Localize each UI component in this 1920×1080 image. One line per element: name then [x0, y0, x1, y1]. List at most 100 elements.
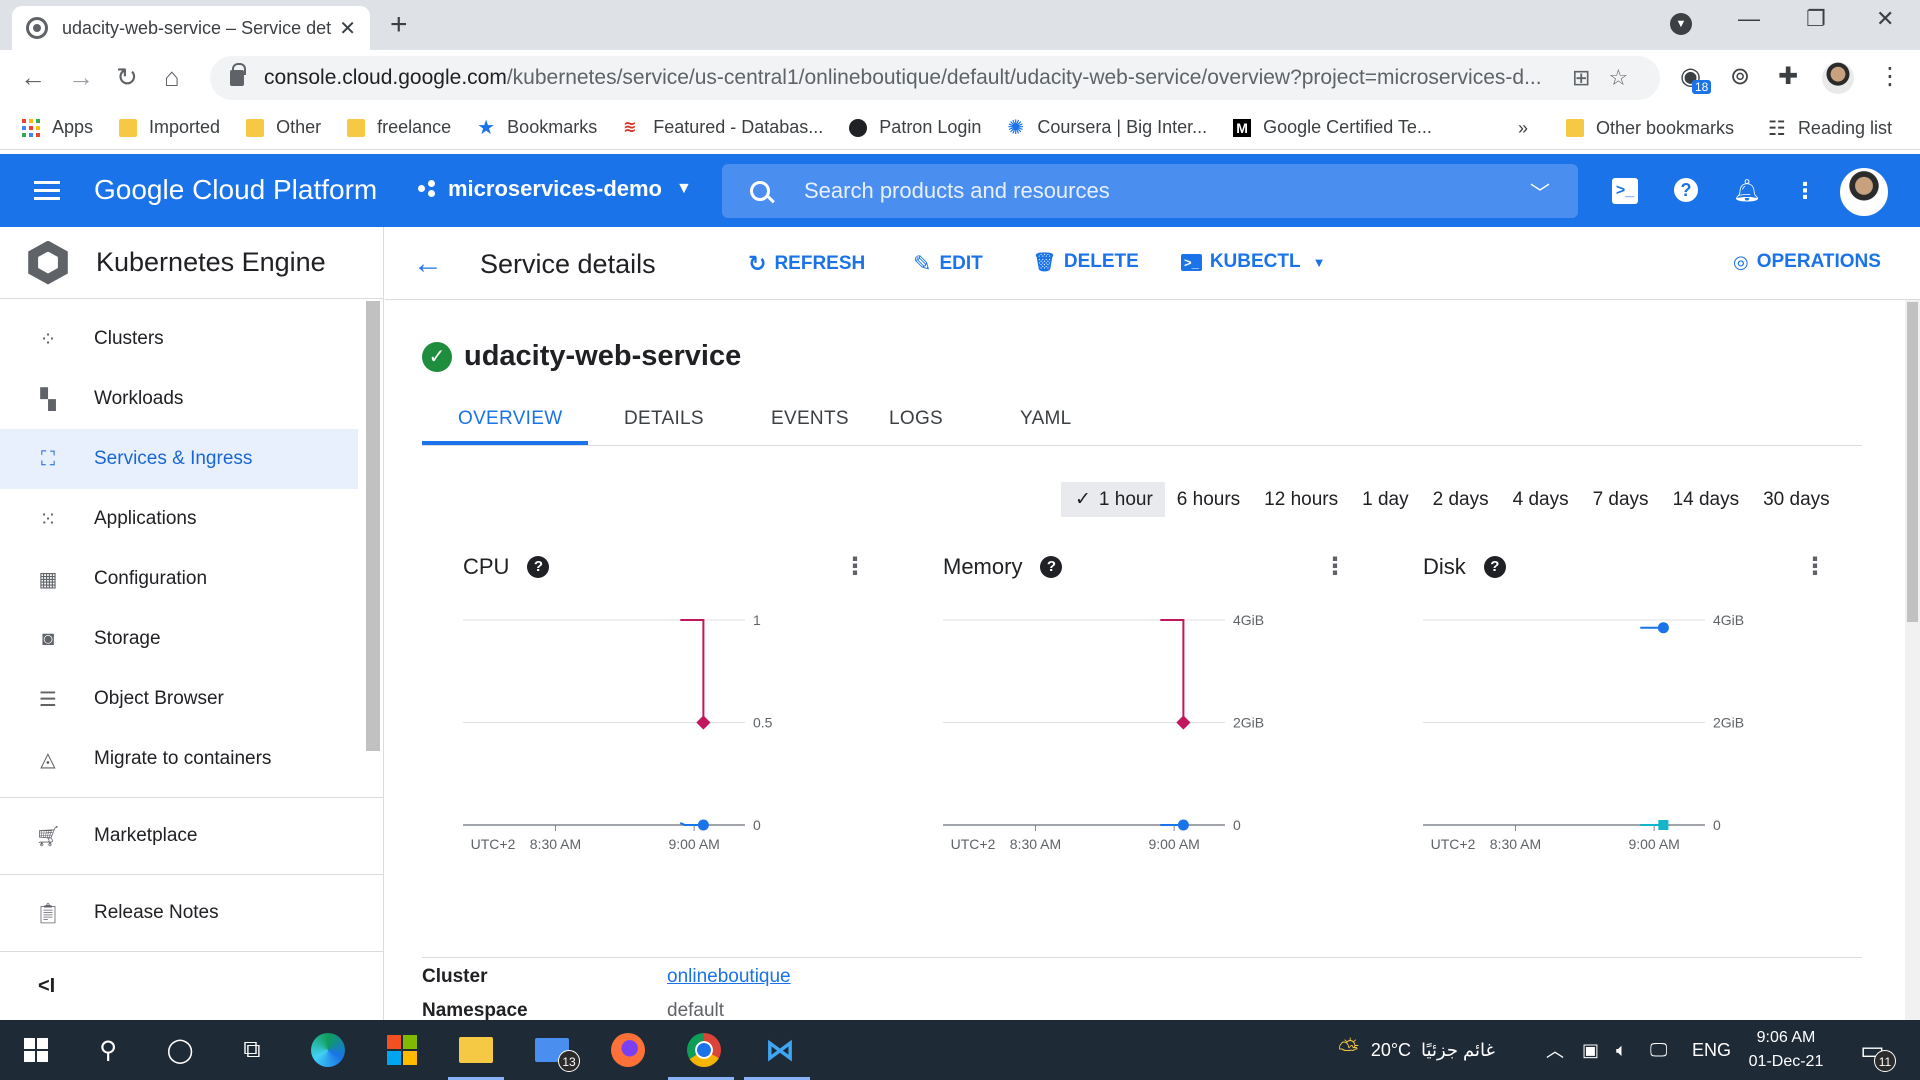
bookmark-coursera[interactable]: ✺ Coursera | Big Inter... [1007, 117, 1207, 138]
bookmark-other[interactable]: Other [246, 117, 321, 138]
bookmark-bookmarks[interactable]: ★ Bookmarks [477, 117, 597, 138]
project-selector[interactable]: microservices-demo ▼ [418, 176, 692, 202]
sidebar-item-migrate[interactable]: ◬ Migrate to containers [0, 729, 358, 789]
operations-button[interactable]: ◎ OPERATIONS [1733, 251, 1881, 273]
sidebar-item-storage[interactable]: ◙ Storage [0, 609, 358, 669]
tray-device-icon[interactable]: ▣ [1582, 1020, 1599, 1080]
tab-logs[interactable]: LOGS [889, 408, 943, 430]
more-vert-icon[interactable]: ⋮ [1792, 178, 1818, 204]
folder-icon [1566, 119, 1584, 137]
forward-icon[interactable]: → [68, 62, 94, 93]
other-bookmarks[interactable]: Other bookmarks [1566, 106, 1734, 150]
help-icon[interactable]: ? [1674, 178, 1698, 202]
menu-icon[interactable] [34, 181, 60, 201]
firefox-icon[interactable] [608, 1030, 648, 1070]
bookmark-google-certified[interactable]: M Google Certified Te... [1233, 117, 1432, 138]
language-indicator[interactable]: ENG [1692, 1020, 1731, 1080]
home-icon[interactable]: ⌂ [164, 62, 180, 93]
network-icon[interactable]: 🖵︎ [1650, 1020, 1667, 1080]
reading-list-icon: ☷ [1768, 117, 1786, 140]
sidebar-item-release-notes[interactable]: 📋︎ Release Notes [0, 883, 358, 943]
search-expand-icon[interactable]: ﹀ [1530, 177, 1550, 206]
cluster-link[interactable]: onlineboutique [667, 966, 791, 988]
edge-icon[interactable] [308, 1030, 348, 1070]
task-view-icon[interactable]: ⧉ [232, 1030, 272, 1070]
bookmark-patron-login[interactable]: Patron Login [849, 117, 981, 138]
clock-time: 9:06 AM [1756, 1029, 1816, 1046]
sidebar-item-object-browser[interactable]: ☰ Object Browser [0, 669, 358, 729]
bookmark-apps[interactable]: Apps [22, 117, 93, 138]
kubectl-button[interactable]: >_ KUBECTL ▼ [1181, 251, 1325, 273]
sidebar-item-workloads[interactable]: ▚ Workloads [0, 369, 358, 429]
bookmark-freelance[interactable]: freelance [347, 117, 451, 138]
tab-overview[interactable]: OVERVIEW [458, 408, 562, 430]
search-icon[interactable]: ⚲ [88, 1030, 128, 1070]
back-icon[interactable]: ← [20, 62, 46, 93]
back-arrow-icon[interactable]: ← [413, 247, 443, 281]
lock-icon[interactable] [230, 63, 246, 86]
url-text[interactable]: console.cloud.google.com/kubernetes/serv… [264, 66, 1554, 90]
sidebar-item-applications[interactable]: ⁙ Applications [0, 489, 358, 549]
search-placeholder[interactable]: Search products and resources [804, 178, 1530, 204]
sidebar-scrollbar[interactable] [366, 301, 380, 751]
search-bar[interactable]: Search products and resources ﹀ [722, 164, 1578, 218]
search-icon [750, 181, 770, 201]
minimize-icon[interactable]: — [1738, 6, 1760, 32]
range-6-hours[interactable]: 6 hours [1165, 483, 1252, 517]
delete-button[interactable]: 🗑︎ DELETE [1033, 251, 1139, 273]
windows-start-icon[interactable] [16, 1030, 56, 1070]
sidebar-item-clusters[interactable]: ⁘ Clusters [0, 309, 358, 369]
range-7-days[interactable]: 7 days [1581, 483, 1661, 517]
range-1-day[interactable]: 1 day [1350, 483, 1420, 517]
scrollbar-thumb[interactable] [1907, 302, 1918, 622]
chrome-icon[interactable] [684, 1030, 724, 1070]
bookmark-imported[interactable]: Imported [119, 117, 220, 138]
volume-icon[interactable]: 🔈︎ [1616, 1020, 1627, 1080]
content-scrollbar[interactable] [1905, 300, 1920, 1020]
vscode-icon[interactable]: ⋈ [760, 1030, 800, 1070]
browser-menu-icon[interactable]: ⋮ [1878, 62, 1902, 91]
edit-button[interactable]: ✎ EDIT [913, 251, 983, 277]
tab-events[interactable]: EVENTS [771, 408, 849, 430]
close-window-icon[interactable]: ✕ [1876, 6, 1894, 32]
gcp-title[interactable]: Google Cloud Platform [94, 174, 377, 206]
sidebar-item-marketplace[interactable]: 🛒︎ Marketplace [0, 806, 358, 866]
reading-list[interactable]: ☷ Reading list [1768, 106, 1892, 150]
collapse-sidebar-button[interactable]: <I [38, 975, 55, 998]
reload-icon[interactable]: ↻ [116, 62, 138, 93]
bookmark-star-icon[interactable]: ☆ [1608, 65, 1628, 91]
weather-widget[interactable]: ⛅︎ 20°C غائم جزئيًا [1338, 1020, 1495, 1080]
tab-close-icon[interactable]: ✕ [339, 16, 356, 41]
tray-chevron-icon[interactable]: ︿ [1546, 1020, 1564, 1080]
file-explorer-icon[interactable] [456, 1030, 496, 1070]
range-2-days[interactable]: 2 days [1421, 483, 1501, 517]
sidebar-item-configuration[interactable]: ▦ Configuration [0, 549, 358, 609]
translate-icon[interactable]: ⊞ [1572, 65, 1590, 91]
extension-badge: 18 [1692, 80, 1712, 94]
sidebar-item-services-ingress[interactable]: ⛶ Services & Ingress [0, 429, 358, 489]
range-12-hours[interactable]: 12 hours [1252, 483, 1350, 517]
range-1-hour[interactable]: ✓ 1 hour [1061, 482, 1165, 517]
range-30-days[interactable]: 30 days [1751, 483, 1842, 517]
address-bar[interactable]: console.cloud.google.com/kubernetes/serv… [210, 56, 1660, 100]
tab-search-icon[interactable]: ▼ [1670, 13, 1692, 35]
restore-icon[interactable]: ❐ [1806, 6, 1826, 32]
tab-details[interactable]: DETAILS [624, 408, 704, 430]
extension-sync-icon[interactable]: ⊚ [1730, 62, 1750, 91]
store-icon[interactable] [382, 1030, 422, 1070]
cloud-shell-icon[interactable]: >_ [1612, 178, 1638, 204]
notifications-bell-icon[interactable]: 🔔︎ [1733, 178, 1761, 204]
account-avatar[interactable] [1840, 168, 1888, 216]
bookmarks-overflow-button[interactable]: » [1518, 106, 1528, 150]
browser-profile-avatar[interactable] [1822, 62, 1854, 94]
new-tab-button[interactable]: + [390, 8, 408, 42]
refresh-button[interactable]: ↻ REFRESH [748, 251, 865, 277]
cortana-icon[interactable]: ◯ [160, 1030, 200, 1070]
range-4-days[interactable]: 4 days [1501, 483, 1581, 517]
range-14-days[interactable]: 14 days [1661, 483, 1752, 517]
system-clock[interactable]: 9:06 AM 01-Dec-21 [1738, 1026, 1834, 1074]
browser-tab[interactable]: udacity-web-service – Service det ✕ [12, 6, 370, 50]
bookmark-featured[interactable]: ≋ Featured - Databas... [623, 117, 823, 138]
tab-yaml[interactable]: YAML [1020, 408, 1072, 430]
extensions-puzzle-icon[interactable]: ✚ [1778, 62, 1798, 91]
